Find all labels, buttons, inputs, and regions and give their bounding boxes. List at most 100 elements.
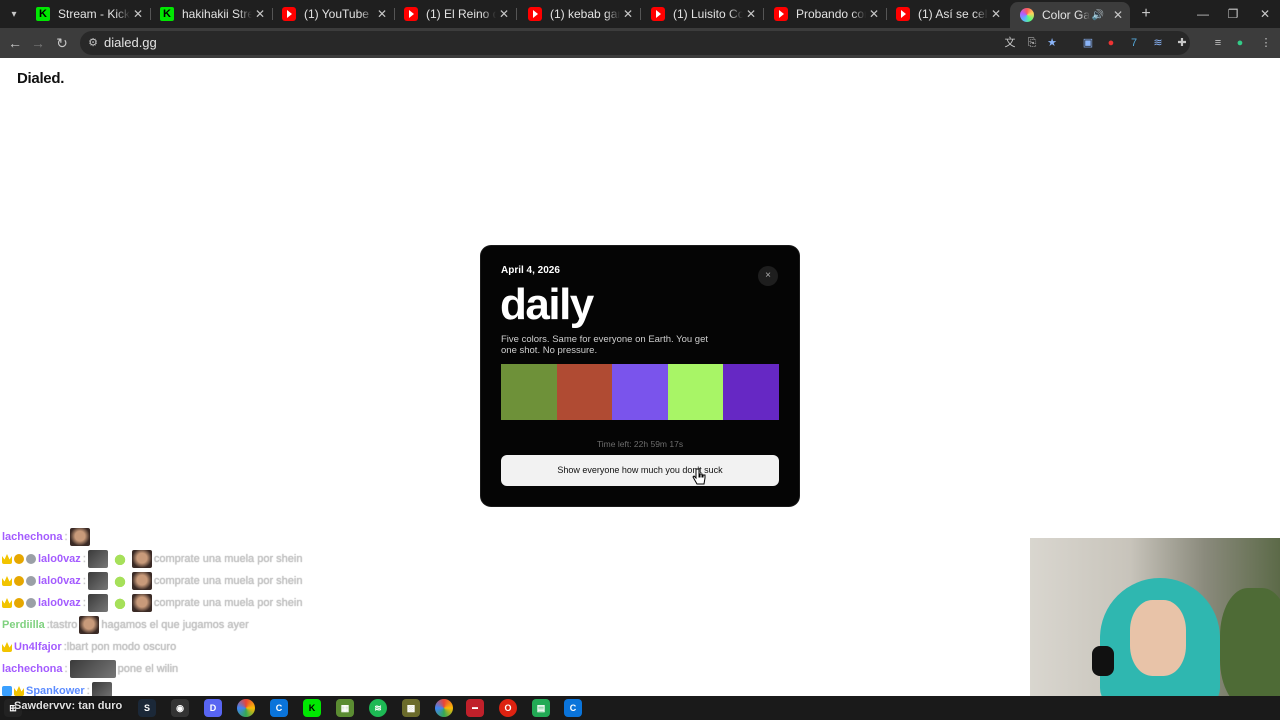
chrome-icon[interactable] (435, 699, 453, 717)
profile-avatar-icon[interactable]: ● (1232, 35, 1248, 51)
color-swatch (667, 364, 724, 420)
chat-username: lachechona (2, 663, 63, 675)
color-swatch (556, 364, 613, 420)
close-icon[interactable]: ✕ (988, 7, 1004, 21)
steam-icon[interactable]: S (138, 699, 156, 717)
youtube-icon (651, 7, 665, 21)
media-control-icon[interactable]: ≡ (1210, 35, 1226, 51)
close-icon[interactable]: ✕ (252, 7, 268, 21)
tab-asi-se-celebra[interactable]: (1) Así se celebra el c ✕ (886, 2, 1008, 26)
chat-badge-icon (14, 598, 24, 608)
site-logo[interactable]: Dialed. (17, 70, 64, 87)
speaker-icon[interactable]: 🔊 (1090, 10, 1106, 21)
close-icon[interactable]: ✕ (743, 7, 759, 21)
chat-badge-icon (2, 576, 12, 586)
chat-username: Un4lfajor (14, 641, 62, 653)
close-icon[interactable]: ✕ (496, 7, 512, 21)
close-icon[interactable]: ✕ (374, 7, 390, 21)
chat-emote (69, 528, 90, 546)
tab-color-game[interactable]: Color Game — H 🔊 ✕ (1010, 2, 1130, 28)
tab-el-reino[interactable]: (1) El Reino de los En ✕ (394, 2, 516, 26)
minecraft-icon[interactable]: ▦ (336, 699, 354, 717)
chat-badge-icon (14, 686, 24, 696)
window-close-button[interactable]: ✕ (1250, 4, 1280, 24)
modal-close-button[interactable]: × (758, 266, 778, 286)
daily-modal: April 4, 2026 × daily Five colors. Same … (481, 246, 799, 506)
tab-kick-dashboard[interactable]: K Stream - Kick Dashbo ✕ (26, 2, 150, 26)
close-icon[interactable]: ✕ (130, 7, 146, 21)
color-game-icon (1020, 8, 1034, 22)
extensions-puzzle-icon[interactable]: ✚ (1174, 35, 1190, 51)
opera-icon[interactable]: O (499, 699, 517, 717)
chat-badge-icon (26, 598, 36, 608)
site-info-icon[interactable]: ⚙ (86, 36, 100, 50)
chat-username: Perdiilla (2, 619, 45, 631)
kick-icon[interactable]: K (303, 699, 321, 717)
stream-chat-overlay: lachechona: lalo0vaz: comprate una muela p… (2, 526, 332, 702)
reload-button[interactable]: ↻ (52, 33, 72, 53)
new-tab-button[interactable]: + (1136, 4, 1156, 24)
chat-message-text: pone el wilin (117, 663, 179, 675)
back-button[interactable]: ← (5, 33, 25, 53)
chat-emote (131, 572, 152, 590)
close-icon[interactable]: ✕ (620, 7, 636, 21)
chat-emote (69, 660, 116, 678)
chat-emote (111, 594, 128, 612)
chat-badge-icon (26, 554, 36, 564)
youtube-icon (774, 7, 788, 21)
close-icon[interactable]: ✕ (1110, 8, 1126, 22)
tab-search-button[interactable]: ▾ (4, 4, 24, 24)
chat-username: lalo0vaz (38, 553, 81, 565)
game-icon[interactable]: ▩ (402, 699, 420, 717)
chat-badge-icon (2, 598, 12, 608)
chat-badge-icon (2, 554, 12, 564)
youtube-icon (896, 7, 910, 21)
chat-emote (87, 594, 108, 612)
chat-message: lachechona: pone el wilin (2, 658, 332, 680)
chat-username: lalo0vaz (38, 575, 81, 587)
app-icon[interactable]: C (564, 699, 582, 717)
color-swatch (612, 364, 668, 420)
chat-message: lachechona: (2, 526, 332, 548)
extension-icon[interactable]: ≋ (1150, 35, 1166, 51)
app-icon[interactable]: ▤ (532, 699, 550, 717)
bookmark-star-icon[interactable]: ★ (1044, 35, 1060, 51)
chrome-icon[interactable] (237, 699, 255, 717)
tab-luisito[interactable]: (1) Luisito Comunica ✕ (641, 2, 763, 26)
spotify-icon[interactable]: ≋ (369, 699, 387, 717)
chat-emote (111, 550, 128, 568)
translate-icon[interactable]: 文 (1002, 35, 1018, 51)
more-menu-icon[interactable]: ⋮ (1258, 35, 1274, 51)
install-app-icon[interactable]: ⎘ (1024, 35, 1040, 51)
chat-message: lalo0vaz: comprate una muela por shein (2, 548, 332, 570)
app-icon[interactable]: C (270, 699, 288, 717)
tab-youtube[interactable]: (1) YouTube ✕ (272, 2, 394, 26)
chat-badge-icon (26, 576, 36, 586)
chat-badge-icon (2, 686, 12, 696)
forward-button[interactable]: → (28, 33, 48, 53)
close-icon[interactable]: ✕ (866, 7, 882, 21)
tab-hakihakii-stream[interactable]: K hakihakii Stream - W ✕ (150, 2, 272, 26)
app-icon[interactable]: ▬ (466, 699, 484, 717)
extension-badge-icon[interactable]: ● (1103, 35, 1119, 51)
tab-kebab-game[interactable]: (1) kebab game stre ✕ (518, 2, 640, 26)
modal-date: April 4, 2026 (501, 265, 560, 276)
youtube-icon (404, 7, 418, 21)
youtube-icon (528, 7, 542, 21)
extension-icon[interactable]: 7 (1126, 35, 1142, 51)
obs-icon[interactable]: ◉ (171, 699, 189, 717)
chat-emote (111, 572, 128, 590)
share-result-button[interactable]: Show everyone how much you don't suck (501, 455, 779, 486)
restore-button[interactable]: ❐ (1218, 4, 1248, 24)
discord-icon[interactable]: D (204, 699, 222, 717)
chat-message: lalo0vaz: comprate una muela por shein (2, 592, 332, 614)
chat-message-text: tastro (49, 619, 78, 631)
color-swatches (501, 364, 779, 420)
chat-message: lalo0vaz: comprate una muela por shein (2, 570, 332, 592)
chat-emote (87, 572, 108, 590)
extension-icon[interactable]: ▣ (1080, 35, 1096, 51)
minimize-button[interactable]: — (1188, 4, 1218, 24)
tab-probando-comida[interactable]: Probando comida cal ✕ (764, 2, 886, 26)
chat-username: lalo0vaz (38, 597, 81, 609)
url-text[interactable]: dialed.gg (104, 31, 157, 55)
